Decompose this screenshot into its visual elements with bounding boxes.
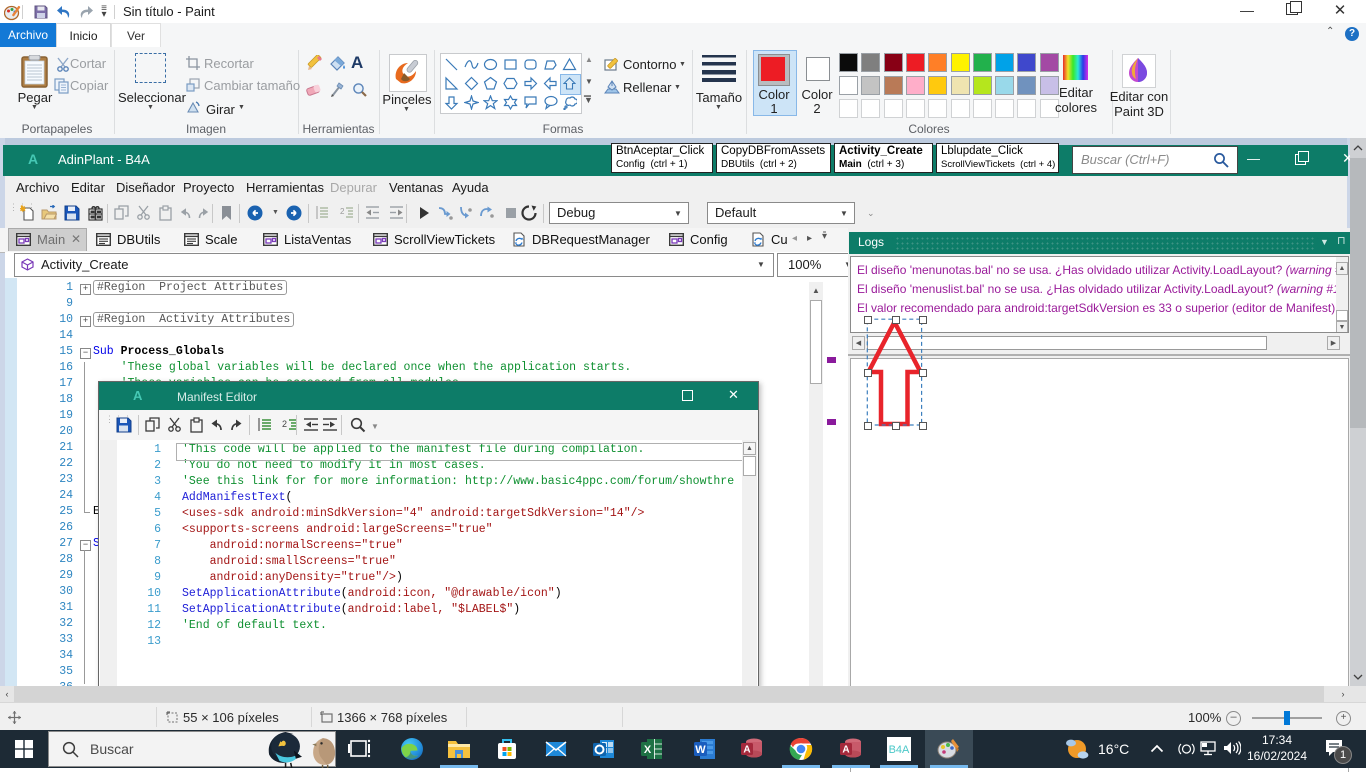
svg-text:A: A	[743, 745, 750, 756]
svg-text:2: 2	[340, 207, 345, 216]
svg-text:W: W	[695, 744, 706, 756]
svg-text:B4A: B4A	[889, 744, 910, 756]
svg-text:X: X	[644, 744, 652, 756]
svg-text:2: 2	[282, 419, 287, 429]
svg-text:A: A	[842, 745, 849, 756]
